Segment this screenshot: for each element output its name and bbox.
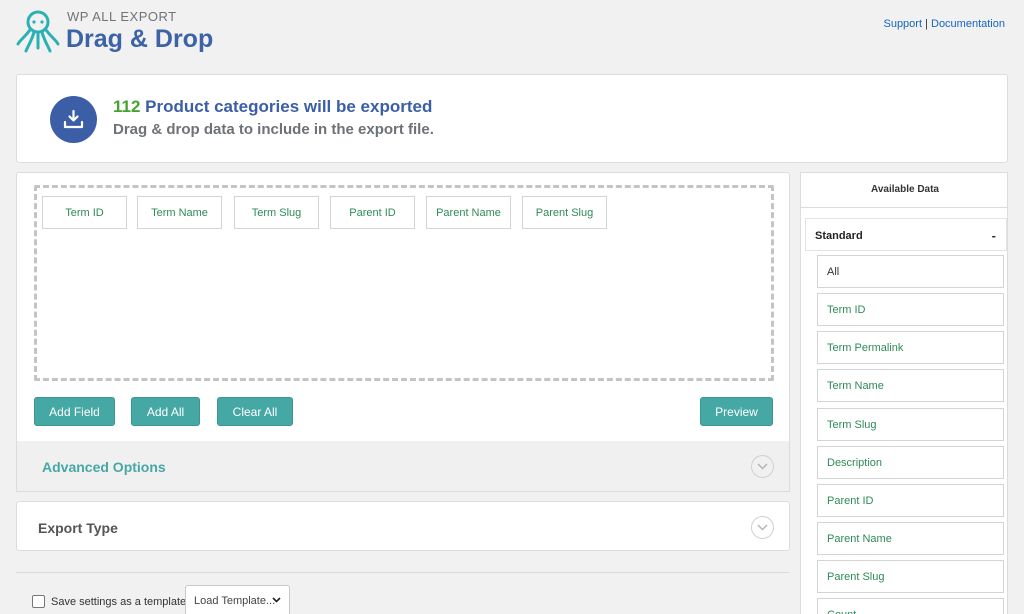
clear-all-button[interactable]: Clear All xyxy=(217,397,293,426)
available-field-parent-name[interactable]: Parent Name xyxy=(817,522,1004,555)
collapse-icon[interactable]: - xyxy=(992,228,996,243)
support-link[interactable]: Support xyxy=(883,18,922,30)
available-field-term-id[interactable]: Term ID xyxy=(817,293,1004,326)
available-field-description[interactable]: Description xyxy=(817,446,1004,479)
page-title: Drag & Drop xyxy=(66,25,214,53)
brand-title: WP ALL EXPORT xyxy=(67,9,177,24)
save-template-label: Save settings as a template xyxy=(51,596,187,608)
preview-button[interactable]: Preview xyxy=(700,397,773,426)
available-field-parent-slug[interactable]: Parent Slug xyxy=(817,560,1004,593)
export-instructions: Drag & drop data to include in the expor… xyxy=(113,121,434,138)
fields-dropzone[interactable]: Term ID Term Name Term Slug Parent ID Pa… xyxy=(34,185,774,381)
export-type-section[interactable]: Export Type xyxy=(16,501,790,551)
export-summary: 112 Product categories will be exported … xyxy=(16,74,1008,163)
available-field-term-name[interactable]: Term Name xyxy=(817,369,1004,402)
load-template-value: Load Template... xyxy=(194,595,276,607)
available-field-count[interactable]: Count xyxy=(817,598,1004,614)
download-icon xyxy=(50,96,97,143)
link-separator: | xyxy=(925,18,928,30)
add-all-button[interactable]: Add All xyxy=(131,397,200,426)
advanced-options-section[interactable]: Advanced Options xyxy=(16,441,790,492)
standard-group-label: Standard xyxy=(815,230,863,242)
octopus-logo-icon xyxy=(16,10,60,53)
chevron-down-icon[interactable] xyxy=(751,516,774,539)
available-field-parent-id[interactable]: Parent ID xyxy=(817,484,1004,517)
selected-field-parent-name[interactable]: Parent Name xyxy=(426,196,511,229)
selected-field-parent-id[interactable]: Parent ID xyxy=(330,196,415,229)
export-count-label: Product categories will be exported xyxy=(140,97,433,116)
load-template-select[interactable]: Load Template... xyxy=(185,585,290,614)
available-field-term-permalink[interactable]: Term Permalink xyxy=(817,331,1004,364)
divider xyxy=(16,572,790,573)
advanced-options-title: Advanced Options xyxy=(42,459,166,475)
save-template-checkbox[interactable] xyxy=(32,595,45,608)
export-fields-panel: Term ID Term Name Term Slug Parent ID Pa… xyxy=(16,172,790,442)
standard-group-header[interactable]: Standard - xyxy=(805,218,1007,251)
divider xyxy=(801,207,1007,208)
selected-field-term-id[interactable]: Term ID xyxy=(42,196,127,229)
available-field-all[interactable]: All xyxy=(817,255,1004,288)
export-count: 112 xyxy=(113,97,141,116)
available-data-title: Available Data xyxy=(871,184,939,195)
chevron-down-icon[interactable] xyxy=(751,455,774,478)
selected-field-term-slug[interactable]: Term Slug xyxy=(234,196,319,229)
documentation-link[interactable]: Documentation xyxy=(931,18,1005,30)
help-links: Support | Documentation xyxy=(883,18,1005,30)
export-count-text: 112 Product categories will be exported xyxy=(113,97,432,117)
available-field-term-slug[interactable]: Term Slug xyxy=(817,408,1004,441)
selected-field-parent-slug[interactable]: Parent Slug xyxy=(522,196,607,229)
export-type-title: Export Type xyxy=(38,520,118,536)
chevron-down-icon xyxy=(272,597,281,603)
selected-field-term-name[interactable]: Term Name xyxy=(137,196,222,229)
page-header: WP ALL EXPORT Drag & Drop Support | Docu… xyxy=(0,0,1024,70)
available-data-panel: Available Data Standard - All Term ID Te… xyxy=(800,172,1008,614)
add-field-button[interactable]: Add Field xyxy=(34,397,115,426)
